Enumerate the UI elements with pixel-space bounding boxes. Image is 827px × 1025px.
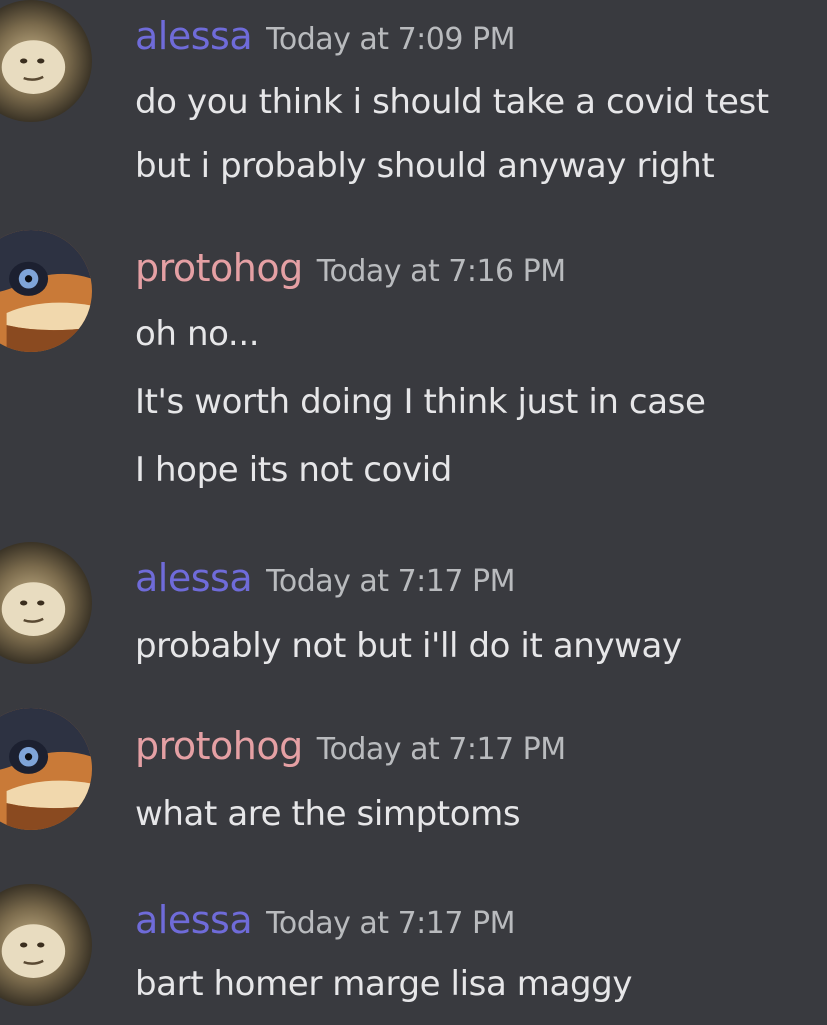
monkey-avatar-icon[interactable]: [0, 0, 92, 122]
timestamp: Today at 7:17 PM: [316, 732, 566, 767]
message-text: bart homer marge lisa maggy: [135, 964, 633, 1004]
bird-avatar-icon[interactable]: [0, 230, 92, 352]
username[interactable]: alessa: [135, 556, 253, 600]
message-header: alessa Today at 7:17 PM: [135, 898, 515, 942]
message-text: I hope its not covid: [135, 450, 452, 490]
timestamp: Today at 7:16 PM: [316, 254, 566, 289]
message-header: alessa Today at 7:09 PM: [135, 14, 515, 58]
monkey-avatar-icon[interactable]: [0, 542, 92, 664]
message-header: protohog Today at 7:16 PM: [135, 246, 566, 290]
timestamp: Today at 7:17 PM: [266, 564, 515, 599]
message-text: but i probably should anyway right: [135, 146, 715, 186]
message-text: probably not but i'll do it anyway: [135, 626, 682, 666]
message-text: oh no...: [135, 314, 260, 354]
username[interactable]: alessa: [135, 14, 253, 58]
message-header: alessa Today at 7:17 PM: [135, 556, 515, 600]
message-text: It's worth doing I think just in case: [135, 382, 706, 422]
message-text: do you think i should take a covid test: [135, 82, 769, 122]
message-text: what are the simptoms: [135, 794, 521, 834]
timestamp: Today at 7:17 PM: [266, 906, 515, 941]
bird-avatar-icon[interactable]: [0, 708, 92, 830]
username[interactable]: alessa: [135, 898, 253, 942]
timestamp: Today at 7:09 PM: [266, 22, 515, 57]
username[interactable]: protohog: [135, 246, 303, 290]
message-header: protohog Today at 7:17 PM: [135, 724, 566, 768]
username[interactable]: protohog: [135, 724, 303, 768]
monkey-avatar-icon[interactable]: [0, 884, 92, 1006]
chat-log: alessa Today at 7:09 PM do you think i sh…: [0, 0, 827, 1025]
